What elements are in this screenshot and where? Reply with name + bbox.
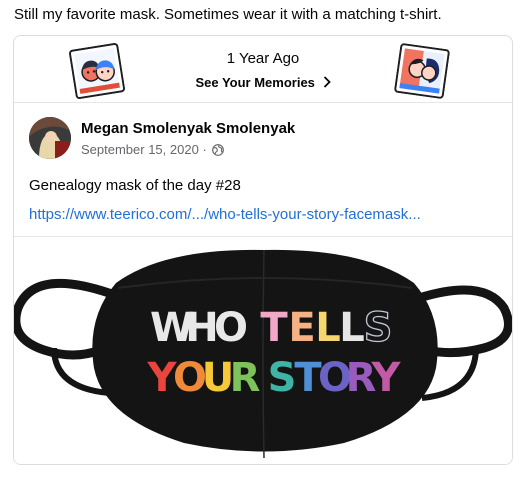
memory-card: 1 Year Ago See Your Memories Megan Smole… <box>13 35 513 465</box>
post-link[interactable]: https://www.teerico.com/.../who-tells-yo… <box>29 206 421 223</box>
author-name[interactable]: Megan Smolenyak Smolenyak <box>81 120 295 137</box>
chevron-right-icon <box>323 74 331 90</box>
mask-photo[interactable]: W H O T E L L S Y O U R S T O R Y <box>14 238 512 464</box>
meta-separator: · <box>202 142 207 157</box>
couple-photo-illustration-icon <box>394 43 450 99</box>
globe-icon <box>212 144 225 159</box>
see-memories-label: See Your Memories <box>195 75 315 90</box>
post-text: Genealogy mask of the day #28 <box>29 177 241 194</box>
mask-letter: Y <box>371 355 405 401</box>
memories-header: 1 Year Ago See Your Memories <box>14 36 512 103</box>
mask-letter: S <box>364 305 397 351</box>
post-header: Megan Smolenyak Smolenyak September 15, … <box>29 115 497 163</box>
mask-letter: T <box>260 305 291 351</box>
mask-letter: R <box>230 355 265 401</box>
author-avatar[interactable] <box>29 117 71 159</box>
post-caption: Still my favorite mask. Sometimes wear i… <box>14 6 442 23</box>
mask-letter: O <box>214 305 252 351</box>
divider <box>14 236 512 237</box>
post-meta: September 15, 2020 · <box>81 142 225 159</box>
post-date[interactable]: September 15, 2020 <box>81 142 199 157</box>
